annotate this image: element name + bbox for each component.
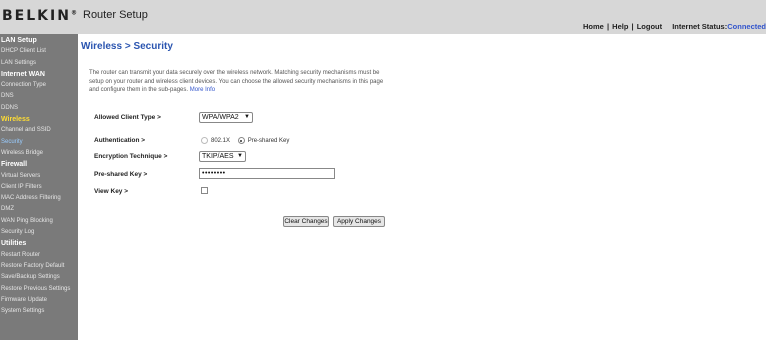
pre-shared-key-label: Pre-shared Key > bbox=[94, 171, 148, 178]
nav-item-firmware-update[interactable]: Firmware Update bbox=[0, 295, 78, 306]
allowed-client-type-label: Allowed Client Type > bbox=[94, 114, 161, 121]
header-bar: BELKIN® Router Setup Home | Help | Logou… bbox=[0, 0, 766, 34]
authentication-label: Authentication > bbox=[94, 137, 146, 144]
nav-item-dhcp-client-list[interactable]: DHCP Client List bbox=[0, 46, 78, 57]
radio-pre-shared-key-label: Pre-shared Key bbox=[247, 137, 290, 144]
nav-heading-firewall[interactable]: Firewall bbox=[0, 159, 78, 170]
chevron-down-icon: ▼ bbox=[244, 114, 250, 120]
pre-shared-key-input[interactable]: •••••••• bbox=[199, 168, 335, 179]
more-info-link[interactable]: More Info bbox=[190, 87, 215, 93]
nav-item-client-ip-filters[interactable]: Client IP Filters bbox=[0, 182, 78, 193]
nav-item-save-backup-settings[interactable]: Save/Backup Settings bbox=[0, 272, 78, 283]
nav-item-mac-address-filtering[interactable]: MAC Address Filtering bbox=[0, 193, 78, 204]
nav-item-wireless-bridge[interactable]: Wireless Bridge bbox=[0, 148, 78, 159]
nav-item-restore-factory-default[interactable]: Restore Factory Default bbox=[0, 261, 78, 272]
nav-item-wan-ping-blocking[interactable]: WAN Ping Blocking bbox=[0, 216, 78, 227]
intro-paragraph: The router can transmit your data secure… bbox=[89, 70, 384, 93]
nav-heading-internet-wan[interactable]: Internet WAN bbox=[0, 69, 78, 80]
allowed-client-type-select[interactable]: WPA/WPA2 ▼ bbox=[199, 112, 253, 123]
logout-link[interactable]: Logout bbox=[637, 22, 662, 31]
nav-item-restore-previous-settings[interactable]: Restore Previous Settings bbox=[0, 284, 78, 295]
brand-mark: ® bbox=[70, 9, 77, 17]
clear-changes-button[interactable]: Clear Changes bbox=[283, 216, 329, 227]
link-separator: | bbox=[606, 22, 610, 31]
help-link[interactable]: Help bbox=[612, 22, 628, 31]
brand-name: BELKIN bbox=[2, 8, 71, 24]
nav-item-system-settings[interactable]: System Settings bbox=[0, 306, 78, 317]
app-title: Router Setup bbox=[83, 9, 148, 21]
main-content: Wireless > Security The router can trans… bbox=[78, 34, 766, 340]
nav-item-ddns[interactable]: DDNS bbox=[0, 103, 78, 114]
radio-802-1x[interactable] bbox=[201, 137, 208, 144]
nav-item-dmz[interactable]: DMZ bbox=[0, 204, 78, 215]
nav-item-lan-settings[interactable]: LAN Settings bbox=[0, 58, 78, 69]
nav-item-channel-ssid[interactable]: Channel and SSID bbox=[0, 125, 78, 136]
nav-item-restart-router[interactable]: Restart Router bbox=[0, 250, 78, 261]
belkin-logo: BELKIN® bbox=[2, 8, 77, 24]
nav-heading-utilities[interactable]: Utilities bbox=[0, 238, 78, 249]
sidebar-nav: LAN Setup DHCP Client List LAN Settings … bbox=[0, 34, 78, 340]
home-link[interactable]: Home bbox=[583, 22, 604, 31]
nav-heading-wireless[interactable]: Wireless bbox=[0, 114, 78, 125]
top-links: Home | Help | Logout Internet Status:Con… bbox=[583, 22, 766, 31]
view-key-label: View Key > bbox=[94, 188, 129, 195]
encryption-technique-label: Encryption Technique > bbox=[94, 153, 168, 160]
intro-text: The router can transmit your data secure… bbox=[89, 69, 394, 95]
view-key-checkbox[interactable] bbox=[201, 187, 208, 194]
allowed-client-type-value: WPA/WPA2 bbox=[202, 114, 239, 121]
chevron-down-icon: ▼ bbox=[237, 153, 243, 159]
radio-pre-shared-key[interactable] bbox=[237, 137, 245, 144]
encryption-technique-value: TKIP/AES bbox=[202, 153, 234, 160]
authentication-radio-group: 802.1X Pre-shared Key bbox=[201, 137, 295, 144]
internet-status-label: Internet Status: bbox=[672, 22, 728, 31]
nav-heading-lan-setup[interactable]: LAN Setup bbox=[0, 35, 78, 46]
internet-status-value: Connected bbox=[727, 22, 766, 31]
nav-item-dns[interactable]: DNS bbox=[0, 91, 78, 102]
nav-item-connection-type[interactable]: Connection Type bbox=[0, 80, 78, 91]
nav-item-security[interactable]: Security bbox=[0, 137, 78, 148]
page-title: Wireless > Security bbox=[81, 41, 173, 52]
radio-802-1x-label: 802.1X bbox=[211, 137, 231, 144]
nav-item-security-log[interactable]: Security Log bbox=[0, 227, 78, 238]
link-separator: | bbox=[631, 22, 634, 31]
encryption-technique-select[interactable]: TKIP/AES ▼ bbox=[199, 151, 246, 162]
nav-item-virtual-servers[interactable]: Virtual Servers bbox=[0, 171, 78, 182]
apply-changes-button[interactable]: Apply Changes bbox=[333, 216, 385, 227]
